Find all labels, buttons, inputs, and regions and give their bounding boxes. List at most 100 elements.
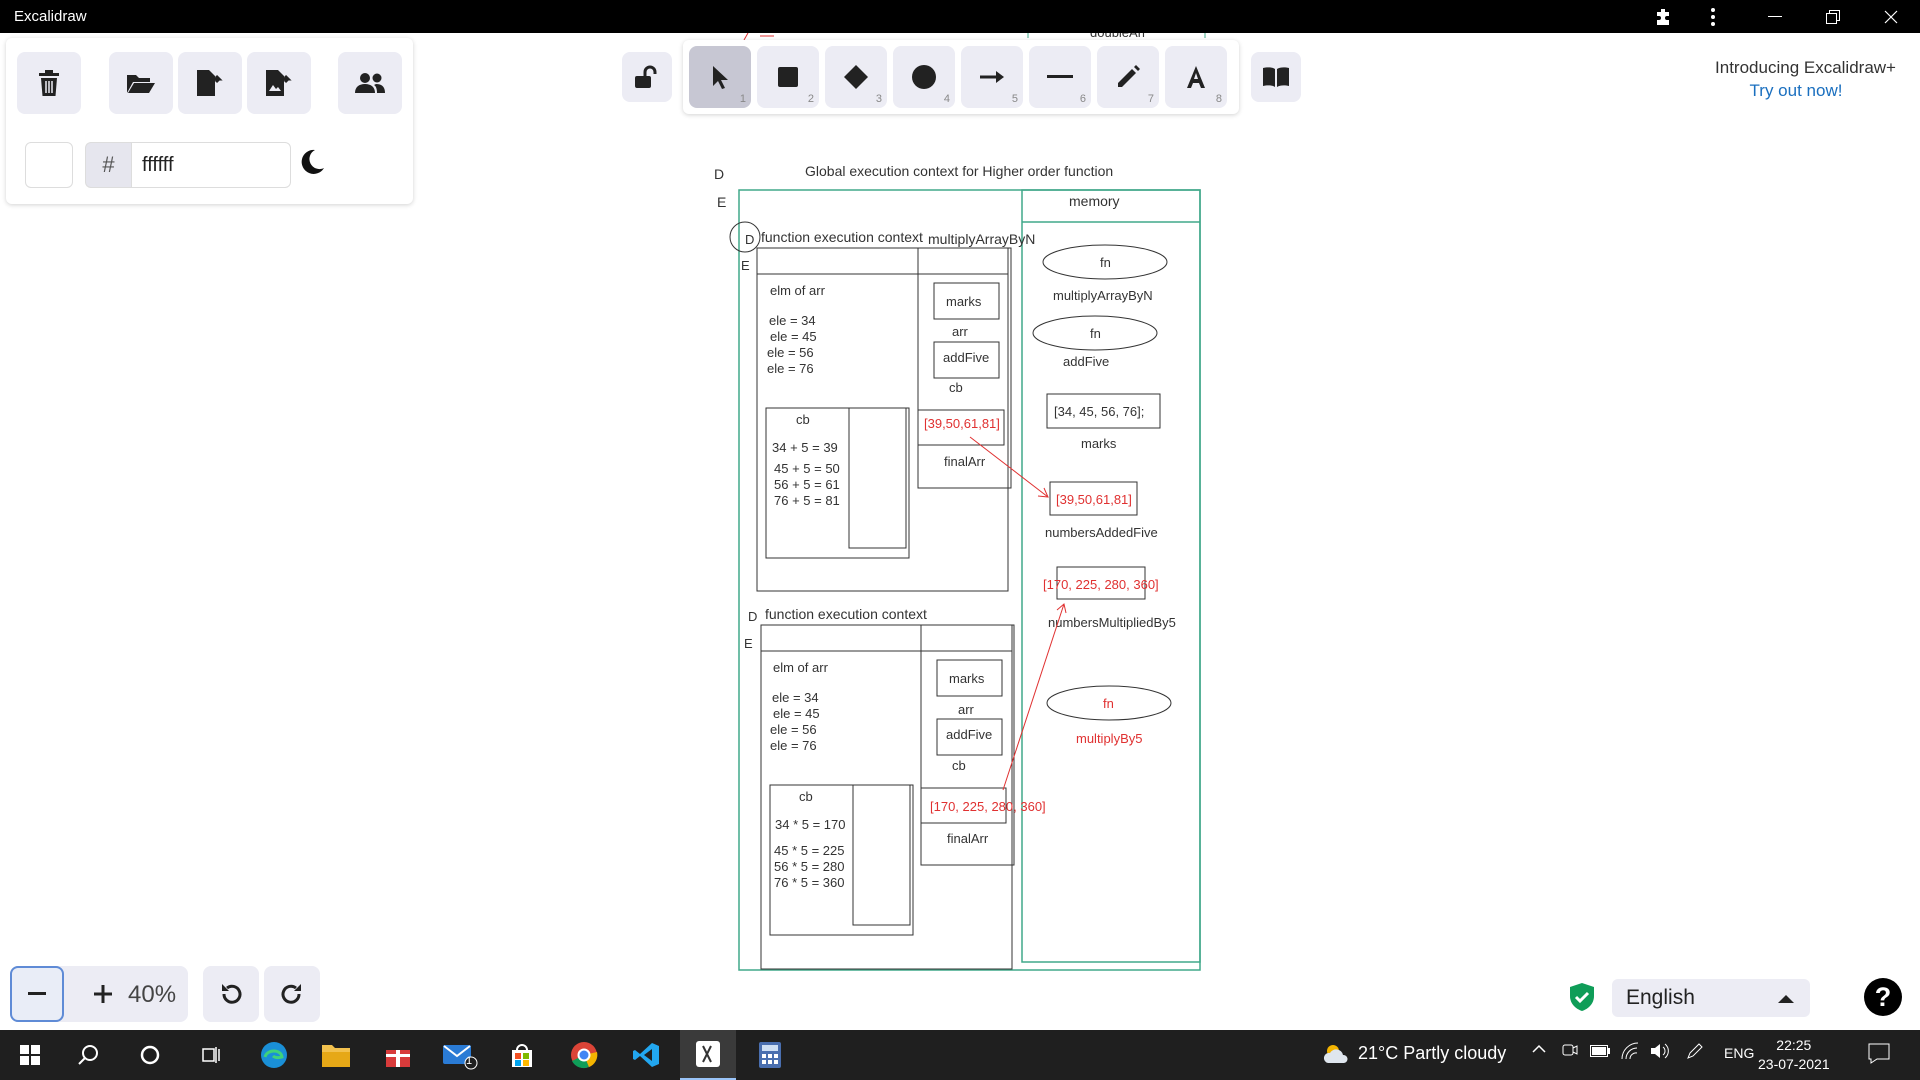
svg-text:ele = 76: ele = 76 [767,361,814,376]
svg-text:ele = 34: ele = 34 [772,690,819,705]
volume-icon[interactable] [1650,1042,1670,1063]
svg-text:[170, 225, 280, 360]: [170, 225, 280, 360] [930,799,1046,814]
svg-text:ele = 45: ele = 45 [770,329,817,344]
tool-text[interactable]: 8 [1165,46,1227,108]
ctx1-D: D [745,232,754,247]
ctx2-D: D [748,609,757,624]
svg-text:fn: fn [1103,696,1114,711]
window-titlebar: Excalidraw [0,0,1920,33]
export-button[interactable] [178,52,242,114]
mail-icon[interactable]: 1 [432,1030,488,1080]
svg-text:fn: fn [1100,255,1111,270]
zoom-controls: 40% [10,966,188,1022]
folder-open-icon [127,75,155,93]
svg-text:numbersAddedFive: numbersAddedFive [1045,525,1158,540]
battery-icon[interactable] [1590,1044,1610,1060]
users-icon [355,73,385,93]
function-context-2: D E function execution context elm of ar… [744,606,1046,970]
top-remnant: doubleArr [743,33,1206,41]
encryption-shield-icon[interactable] [1568,982,1596,1012]
extensions-icon[interactable] [1640,0,1686,33]
lock-button[interactable] [622,52,672,102]
file-explorer-icon[interactable] [308,1030,364,1080]
restore-icon[interactable] [1810,0,1856,33]
minimize-icon[interactable] [1752,0,1798,33]
meet-now-icon[interactable] [1562,1042,1578,1063]
open-file-button[interactable] [109,52,173,114]
tray-chevron-up-icon[interactable] [1532,1042,1546,1059]
task-view-icon[interactable] [182,1030,238,1080]
zoom-in-button[interactable] [76,966,130,1022]
tool-diamond[interactable]: 3 [825,46,887,108]
svg-text:[39,50,61,81]: [39,50,61,81] [924,416,1000,431]
edge-browser-icon[interactable] [246,1030,302,1080]
redo-icon [281,984,301,1004]
tool-rectangle[interactable]: 2 [757,46,819,108]
svg-text:marks: marks [946,294,982,309]
clear-canvas-button[interactable] [17,52,81,114]
caret-up-icon [1778,995,1794,1003]
text-icon [1187,66,1205,88]
pen-icon[interactable] [1686,1042,1704,1063]
zoom-out-button[interactable] [10,966,64,1022]
svg-text:ele = 45: ele = 45 [773,706,820,721]
wifi-icon[interactable] [1620,1042,1640,1063]
svg-text:[170, 225, 280, 360]: [170, 225, 280, 360] [1043,577,1159,592]
windows-start-icon[interactable] [2,1030,58,1080]
color-hex-input[interactable] [131,142,291,188]
close-icon[interactable] [1868,0,1914,33]
clock[interactable]: 22:25 23-07-2021 [1758,1036,1830,1074]
search-icon[interactable] [60,1030,116,1080]
theme-toggle-button[interactable] [297,147,327,177]
svg-text:[39,50,61,81]: [39,50,61,81] [1056,492,1132,507]
tool-ellipse[interactable]: 4 [893,46,955,108]
promo-banner: Introducing Excalidraw+ Try out now! [1636,58,1896,101]
svg-text:multiplyBy5: multiplyBy5 [1076,731,1142,746]
tool-draw[interactable]: 7 [1097,46,1159,108]
vscode-icon[interactable] [618,1030,674,1080]
calculator-icon[interactable] [742,1030,798,1080]
shape-toolbar: 1 2 3 4 5 6 7 8 [683,40,1239,114]
svg-text:45 + 5 = 50: 45 + 5 = 50 [774,461,840,476]
svg-text:ele = 56: ele = 56 [770,722,817,737]
svg-text:ele = 76: ele = 76 [770,738,817,753]
tool-line[interactable]: 6 [1029,46,1091,108]
undo-button[interactable] [203,966,259,1022]
collaborate-button[interactable] [338,52,402,114]
more-options-icon[interactable] [1690,0,1736,33]
diamond-icon [844,65,868,89]
zoom-value[interactable]: 40% [128,981,176,1009]
window-title: Excalidraw [14,8,87,25]
promo-link[interactable]: Try out now! [1696,81,1896,101]
redo-button[interactable] [264,966,320,1022]
svg-text:addFive: addFive [943,350,989,365]
minus-icon [28,992,46,995]
svg-text:cb: cb [799,789,813,804]
notifications-icon[interactable] [1868,1042,1890,1067]
input-language[interactable]: ENG [1724,1045,1754,1061]
taskbar: 1 21°C Partly cloudy ENG 22:25 23-07-202… [0,1030,1920,1080]
color-swatch[interactable] [25,142,73,188]
store-icon[interactable] [494,1030,550,1080]
language-select[interactable]: English [1612,979,1810,1017]
svg-text:cb: cb [952,758,966,773]
excalidraw-taskbar-icon[interactable] [680,1030,736,1080]
weather-text: 21°C Partly cloudy [1358,1042,1507,1063]
library-button[interactable] [1251,52,1301,102]
svg-text:cb: cb [949,380,963,395]
cortana-icon[interactable] [122,1030,178,1080]
gift-app-icon[interactable] [370,1030,426,1080]
help-button[interactable]: ? [1864,978,1902,1016]
tool-selection[interactable]: 1 [689,46,751,108]
export-image-button[interactable] [247,52,311,114]
chrome-icon[interactable] [556,1030,612,1080]
svg-text:ele = 34: ele = 34 [769,313,816,328]
memory-box [1021,189,1201,963]
svg-text:elm of arr: elm of arr [770,283,826,298]
clock-date: 23-07-2021 [1758,1056,1830,1072]
top-label: doubleArr [1090,33,1147,40]
tool-arrow[interactable]: 5 [961,46,1023,108]
pencil-icon [1118,65,1140,87]
weather-widget[interactable]: 21°C Partly cloudy [1322,1042,1506,1064]
export-file-icon [197,70,223,96]
